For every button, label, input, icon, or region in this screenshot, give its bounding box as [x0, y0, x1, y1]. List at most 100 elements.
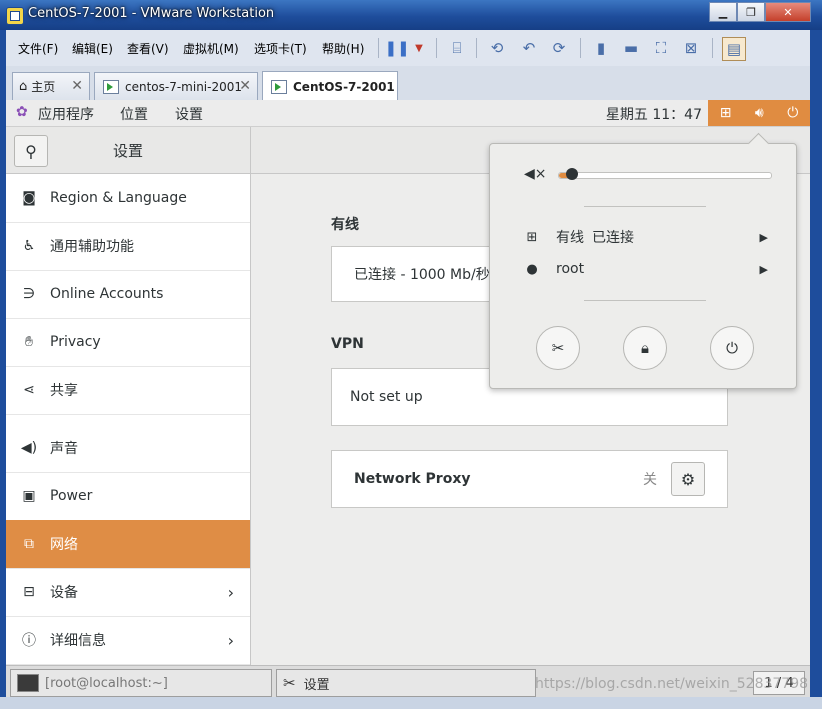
revert-snapshot-icon[interactable]: ↶ [518, 37, 540, 59]
close-icon[interactable]: ✕ [71, 78, 83, 94]
sidebar-item-region-language[interactable]: ◙ Region & Language [6, 174, 250, 223]
sidebar-item-sharing[interactable]: ⋖ 共享 [6, 366, 250, 415]
close-button[interactable]: ✕ [765, 2, 811, 22]
toolbar-separator [436, 38, 437, 58]
tab-centos-7[interactable]: CentOS-7-2001 [262, 71, 398, 101]
sidebar-item-label: Region & Language [50, 190, 187, 206]
toolbar-separator [476, 38, 477, 58]
sidebar-item-label: 声音 [50, 441, 78, 457]
snapshot-icon[interactable]: ⟲ [486, 37, 508, 59]
sidebar-item-online-accounts[interactable]: ∋ Online Accounts [6, 270, 250, 319]
search-button[interactable]: ⚲ [14, 135, 48, 167]
chevron-right-icon: › [227, 582, 234, 602]
tab-label: 主页 [31, 80, 56, 94]
power-off-button[interactable]: ⏻ [710, 326, 754, 370]
maximize-button[interactable]: ❐ [737, 2, 765, 22]
toolbar-separator [712, 38, 713, 58]
volume-slider-handle[interactable] [565, 168, 578, 180]
vm-icon [271, 79, 287, 94]
sidebar-item-label: 网络 [50, 537, 78, 553]
pause-icon[interactable]: ❚❚ [384, 37, 409, 59]
preferences-icon[interactable]: ▤ [722, 37, 746, 61]
sidebar-item-network[interactable]: ⧉ 网络 [6, 520, 250, 569]
menu-vm[interactable]: 虚拟机(M) [183, 40, 239, 57]
online-accounts-icon: ∋ [22, 286, 36, 302]
taskbar-item-label: [root@localhost:~] [45, 675, 168, 691]
sidebar-item-details[interactable]: ⓘ 详细信息 › [6, 616, 250, 665]
vmware-app-icon [6, 7, 24, 25]
speaker-icon: ◀) [20, 440, 38, 456]
power-plug-icon: ▣ [22, 488, 36, 504]
snapshot-manager-icon[interactable]: ⟳ [548, 37, 570, 59]
sidebar-item-devices[interactable]: ⊟ 设备 › [6, 568, 250, 617]
sidebar-item-sound[interactable]: ◀) 声音 [6, 424, 250, 473]
unity-icon[interactable]: ⊠ [680, 37, 702, 59]
menu-view[interactable]: 查看(V) [127, 40, 169, 57]
sidebar-item-label: 通用辅助功能 [50, 239, 134, 255]
vmware-statusbar [0, 697, 822, 709]
power-icon: ⏻ [726, 339, 738, 357]
minimize-button[interactable]: ▁ [709, 2, 737, 22]
menu-file[interactable]: 文件(F) [18, 40, 58, 57]
wired-network-label: 有线 [556, 230, 584, 246]
console-view-icon[interactable]: ▬ [620, 37, 642, 59]
menu-help[interactable]: 帮助(H) [322, 40, 364, 57]
accessibility-icon: ♿︎ [22, 238, 36, 254]
vm-tabbar: ⌂ 主页 ✕ centos-7-mini-2001 ✕ CentOS-7-200… [6, 66, 810, 101]
network-icon: ⧉ [24, 536, 34, 552]
gnome-foot-icon: ✿ [16, 104, 28, 120]
devices-icon: ⊟ [23, 584, 35, 600]
tab-home[interactable]: ⌂ 主页 ✕ [12, 72, 90, 100]
library-icon[interactable]: ▮ [590, 37, 612, 59]
user-icon: ● [526, 261, 538, 277]
places-menu[interactable]: 位置 [120, 104, 148, 124]
taskbar-item-settings[interactable]: ✂ 设置 [276, 669, 536, 697]
network-proxy-state: 关 [643, 472, 657, 488]
sidebar-item-label: Power [50, 488, 93, 504]
sidebar-item-label: Privacy [50, 334, 101, 350]
toolbar-separator [580, 38, 581, 58]
tab-label: CentOS-7-2001 [293, 79, 395, 94]
sidebar-item-power[interactable]: ▣ Power [6, 472, 250, 521]
lock-button[interactable]: 🔒︎ [623, 326, 667, 370]
settings-shortcut-button[interactable]: ✂ [536, 326, 580, 370]
terminal-icon [17, 674, 39, 692]
settings-menu[interactable]: 设置 [175, 104, 203, 124]
menu-edit[interactable]: 编辑(E) [72, 40, 113, 57]
menu-tabs[interactable]: 选项卡(T) [254, 40, 307, 57]
window-frame-right [810, 30, 822, 697]
watermark: https://blog.csdn.net/weixin_52837798 [535, 676, 809, 692]
vpn-status: Not set up [350, 389, 423, 405]
sidebar-item-privacy[interactable]: ✋︎ Privacy [6, 318, 250, 367]
sidebar-item-accessibility[interactable]: ♿︎ 通用辅助功能 [6, 222, 250, 271]
network-proxy-row[interactable]: Network Proxy 关 ⚙ [331, 450, 728, 508]
vpn-heading: VPN [331, 336, 364, 352]
tools-icon: ✂ [551, 339, 565, 357]
gear-icon: ⚙ [680, 469, 696, 489]
send-keys-icon[interactable]: ⌸ [446, 37, 468, 59]
search-icon: ⚲ [25, 141, 37, 161]
wired-status: 已连接 - 1000 Mb/秒 [354, 267, 490, 283]
system-menu-popover: ◀× ⊞ 有线 已连接 ▶ ● root ▶ ✂ 🔒︎ ⏻ [489, 143, 797, 389]
lock-icon: 🔒︎ [641, 339, 649, 357]
close-icon[interactable]: ✕ [239, 78, 251, 94]
dropdown-arrow-icon[interactable]: ▼ [408, 37, 430, 59]
sidebar-item-label: 详细信息 [50, 633, 106, 649]
window-titlebar[interactable]: CentOS-7-2001 - VMware Workstation ▁ ❐ ✕ [0, 0, 822, 30]
wired-network-status: 已连接 [592, 230, 634, 246]
volume-slider[interactable] [558, 168, 772, 180]
user-item[interactable]: ● root ▶ [524, 258, 774, 280]
fullscreen-icon[interactable]: ⛶ [650, 37, 672, 59]
sidebar-item-label: 设备 [50, 585, 78, 601]
system-status-area[interactable]: ⊞ 🔊︎ ⏻ [708, 100, 810, 126]
network-wired-icon: ⊞ [526, 229, 538, 245]
popover-separator [584, 206, 706, 207]
applications-menu[interactable]: 应用程序 [38, 104, 94, 124]
tab-centos-mini[interactable]: centos-7-mini-2001 ✕ [94, 72, 258, 100]
clock[interactable]: 星期五 11：47 [606, 104, 702, 124]
network-wired-icon: ⊞ [719, 105, 732, 121]
proxy-settings-button[interactable]: ⚙ [671, 462, 705, 496]
info-icon: ⓘ [22, 633, 36, 649]
taskbar-item-terminal[interactable]: [root@localhost:~] [10, 669, 272, 697]
wired-network-item[interactable]: ⊞ 有线 已连接 ▶ [524, 226, 774, 248]
